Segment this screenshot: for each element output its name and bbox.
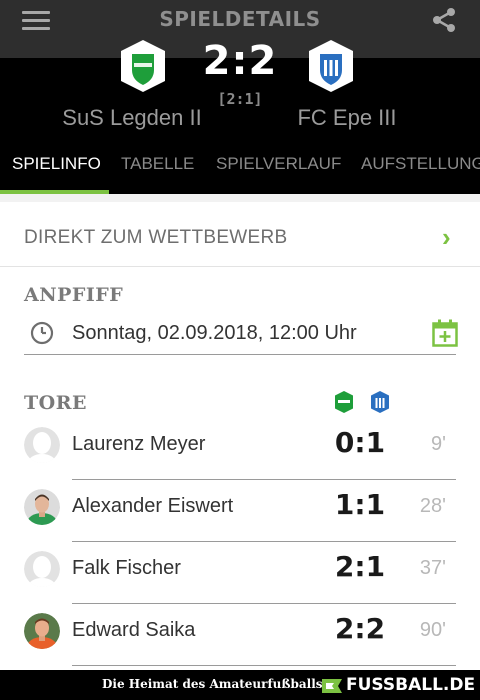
tab-aufstellung[interactable]: AUFSTELLUNG <box>361 154 480 194</box>
divider <box>72 665 456 666</box>
away-team-crest-icon[interactable] <box>306 38 356 94</box>
page-title: SPIELDETAILS <box>159 7 321 31</box>
divider <box>0 266 480 267</box>
avatar <box>24 613 60 649</box>
avatar <box>24 427 60 463</box>
goals-section-title: TORE <box>24 392 87 414</box>
tab-tabelle[interactable]: TABELLE <box>121 154 194 194</box>
kickoff-section-title: ANPFIFF <box>24 284 124 306</box>
footer-banner[interactable]: Die Heimat des Amateurfußballs FUSSBALL.… <box>0 670 480 700</box>
competition-link-label: DIREKT ZUM WETTBEWERB <box>24 227 288 248</box>
home-team-name[interactable]: SuS Legden II <box>52 105 212 131</box>
goal-scorer-name: Edward Saika <box>72 619 196 641</box>
goal-minute: 90' <box>419 619 446 641</box>
tab-spielinfo[interactable]: SPIELINFO <box>12 154 101 194</box>
goal-row[interactable]: Edward Saika 2:2 90' <box>0 606 480 668</box>
match-header: 2:2 [2:1] SuS Legden II FC Epe III SPIEL… <box>0 38 480 194</box>
kickoff-row: Sonntag, 02.09.2018, 12:00 Uhr <box>24 319 458 355</box>
footer-brand: FUSSBALL.DE <box>346 675 476 695</box>
avatar <box>24 489 60 525</box>
goal-scorer-name: Laurenz Meyer <box>72 433 206 455</box>
clock-icon <box>30 321 54 345</box>
tab-bar: SPIELINFO TABELLE SPIELVERLAUF AUFSTELLU… <box>0 154 480 194</box>
info-card: DIREKT ZUM WETTBEWERB › ANPFIFF Sonntag,… <box>0 202 480 670</box>
goal-scorer-name: Alexander Eiswert <box>72 495 234 517</box>
chevron-right-icon: › <box>442 222 451 252</box>
goal-row[interactable]: Alexander Eiswert 1:1 28' <box>0 482 480 544</box>
footer-tagline: Die Heimat des Amateurfußballs <box>102 677 323 691</box>
share-icon[interactable] <box>431 7 457 33</box>
goal-minute: 9' <box>431 433 446 455</box>
flag-icon <box>322 679 342 693</box>
fussball-de-logo: FUSSBALL.DE <box>322 675 476 696</box>
divider <box>72 603 456 604</box>
goal-minute: 28' <box>419 495 446 517</box>
goal-minute: 37' <box>419 557 446 579</box>
calendar-add-icon[interactable] <box>432 319 458 347</box>
match-score: 2:2 <box>202 38 278 84</box>
goal-row[interactable]: Falk Fischer 2:1 37' <box>0 544 480 606</box>
home-team-small-crest-icon <box>335 391 353 413</box>
goal-row[interactable]: Laurenz Meyer 0:1 9' <box>0 420 480 482</box>
away-team-small-crest-icon <box>371 391 389 413</box>
tab-spielverlauf[interactable]: SPIELVERLAUF <box>216 154 341 194</box>
competition-link[interactable]: DIREKT ZUM WETTBEWERB › <box>24 216 460 260</box>
home-team-crest-icon[interactable] <box>118 38 168 94</box>
main-content: DIREKT ZUM WETTBEWERB › ANPFIFF Sonntag,… <box>0 194 480 670</box>
kickoff-datetime: Sonntag, 02.09.2018, 12:00 Uhr <box>72 322 357 344</box>
away-team-name[interactable]: FC Epe III <box>267 105 427 131</box>
goal-scorer-name: Falk Fischer <box>72 557 181 579</box>
divider <box>72 479 456 480</box>
divider <box>72 541 456 542</box>
avatar <box>24 551 60 587</box>
